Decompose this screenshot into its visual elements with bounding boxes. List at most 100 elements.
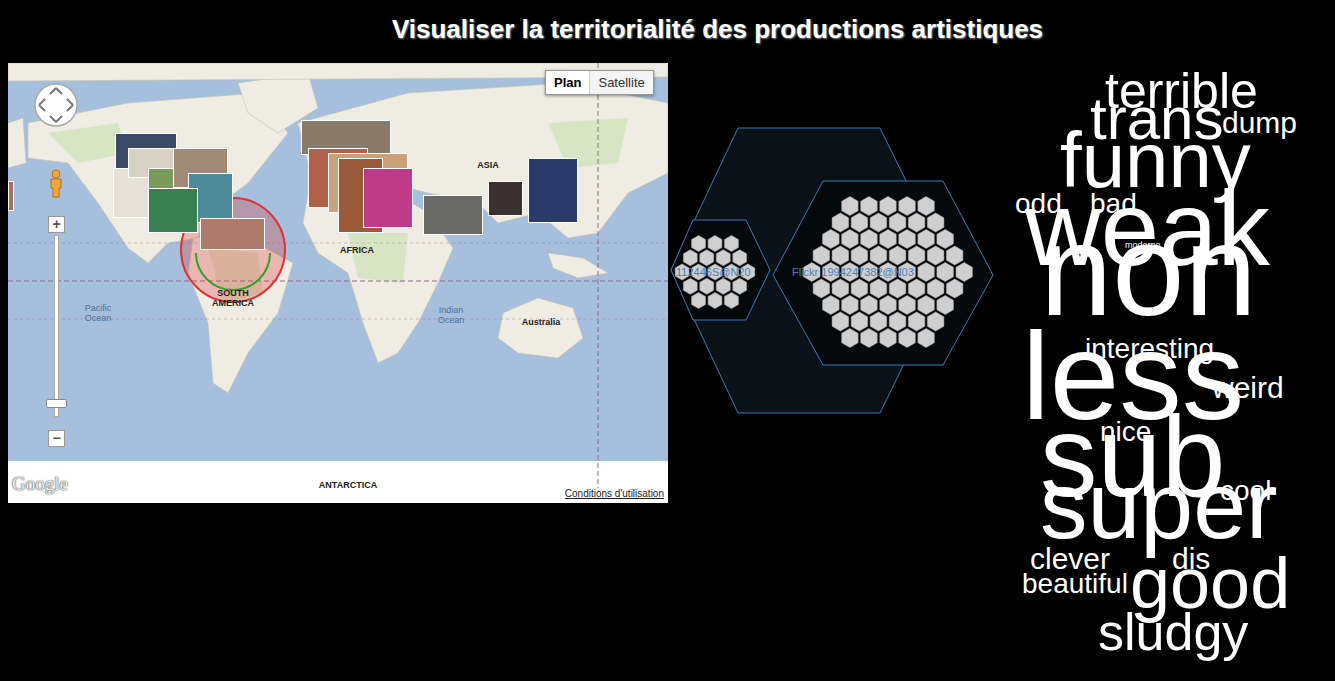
map-type-toggle[interactable]: PlanSatellite — [545, 70, 654, 95]
photo-cell — [908, 213, 924, 232]
photo-cell — [918, 230, 934, 249]
photo-cell — [861, 197, 878, 216]
world-map[interactable]: ASIAAFRICASOUTH AMERICAPacific OceanIndi… — [8, 63, 668, 503]
photo-cell — [708, 236, 722, 252]
map-type-button[interactable]: Plan — [546, 71, 589, 94]
pan-ring — [35, 84, 77, 126]
terms-link[interactable]: Conditions d'utilisation — [563, 488, 666, 500]
user-group: Flickr 1994247382@N03 — [773, 181, 993, 365]
photo-cell — [832, 246, 849, 265]
photo-cell — [899, 296, 916, 315]
photo-cell — [937, 296, 954, 315]
photo-cell — [851, 213, 867, 232]
photo-cell — [851, 312, 867, 331]
antarctica-land — [8, 461, 668, 503]
photo-cell — [870, 312, 887, 331]
photo-cell — [708, 293, 722, 309]
photo-cell — [842, 296, 858, 315]
photo-cell — [880, 296, 896, 315]
photo-thumbnail[interactable] — [528, 158, 578, 223]
user-group: 112446S@N20 — [671, 220, 770, 320]
right-arrow-icon — [67, 99, 73, 111]
photo-thumbnail[interactable] — [423, 195, 483, 235]
zoom-in-button[interactable]: + — [48, 216, 65, 233]
photo-cell — [700, 250, 714, 266]
map-type-button[interactable]: Satellite — [589, 71, 652, 94]
landmass — [498, 298, 583, 358]
zoom-out-button[interactable]: − — [48, 430, 65, 447]
photo-cell — [899, 197, 916, 216]
photo-cell — [861, 296, 878, 315]
vegetation — [348, 233, 408, 283]
photo-cell — [823, 296, 840, 315]
photo-cell — [692, 293, 706, 309]
photo-cell — [899, 329, 916, 348]
map-label: ASIA — [468, 160, 508, 170]
photo-cell — [889, 246, 906, 265]
photo-cell — [880, 197, 896, 216]
photo-cell — [927, 246, 944, 265]
tag-word[interactable]: super — [1040, 458, 1278, 553]
user-hexagon — [671, 220, 770, 320]
photo-thumbnail[interactable] — [488, 181, 523, 216]
left-arrow-icon — [39, 99, 45, 111]
photo-cell — [733, 250, 747, 266]
photo-cell — [725, 236, 739, 252]
equator-line — [8, 281, 668, 282]
photo-cell — [725, 293, 739, 309]
photo-cell — [861, 329, 878, 348]
photo-cell — [927, 279, 944, 298]
region-arc — [196, 253, 270, 290]
up-arrow-icon — [50, 88, 62, 94]
photo-cell — [880, 329, 896, 348]
pegman-body — [51, 179, 61, 197]
landmass — [548, 253, 608, 278]
tag-word[interactable]: beautiful — [1022, 570, 1128, 598]
landmass — [8, 118, 26, 168]
photo-thumbnail[interactable] — [200, 218, 265, 250]
zoom-track[interactable] — [54, 235, 59, 417]
user-hexagon — [773, 181, 993, 365]
photo-cell — [918, 296, 934, 315]
photo-cell — [683, 278, 697, 294]
tag-cloud: terribletransdumpfunnyoddbadweakmodernen… — [1000, 63, 1330, 673]
photo-cell — [733, 278, 747, 294]
date-line — [598, 63, 599, 503]
photo-cell — [851, 246, 867, 265]
photo-cell — [937, 230, 954, 249]
photo-cell — [832, 279, 849, 298]
photo-cell — [918, 197, 934, 216]
photo-cell — [692, 236, 706, 252]
pegman-icon[interactable] — [48, 169, 64, 199]
tag-word[interactable]: sludgy — [1098, 606, 1248, 658]
map-label: ANTARCTICA — [318, 480, 378, 490]
map-label: SOUTH AMERICA — [208, 288, 258, 308]
photo-cell — [908, 246, 924, 265]
group-hexagon — [671, 128, 950, 413]
photo-thumbnail[interactable] — [148, 188, 198, 233]
photo-cell — [842, 197, 858, 216]
photo-cell — [918, 263, 934, 282]
photo-cell — [861, 230, 878, 249]
photo-cell — [889, 213, 906, 232]
photo-cell — [683, 250, 697, 266]
user-label: 112446S@N20 — [676, 266, 751, 278]
photo-cell — [918, 329, 934, 348]
down-arrow-icon — [50, 116, 62, 122]
photo-cell — [870, 279, 887, 298]
photo-cell — [700, 278, 714, 294]
photo-thumbnail[interactable] — [8, 181, 14, 211]
zoom-thumb[interactable] — [46, 399, 67, 408]
pan-control[interactable] — [33, 82, 79, 128]
map-label: Indian Ocean — [431, 305, 471, 325]
landmass — [298, 83, 668, 238]
photo-cell — [889, 279, 906, 298]
google-logo: Google — [12, 473, 68, 495]
hexagon-diagram: 112446S@N20 Flickr 1994247382@N03 — [668, 63, 998, 503]
photo-thumbnail[interactable] — [363, 168, 413, 228]
photo-cell — [813, 246, 829, 265]
photo-cell — [813, 279, 829, 298]
map-label: Pacific Ocean — [78, 303, 118, 323]
photo-cell — [870, 213, 887, 232]
photo-cell — [947, 279, 963, 298]
